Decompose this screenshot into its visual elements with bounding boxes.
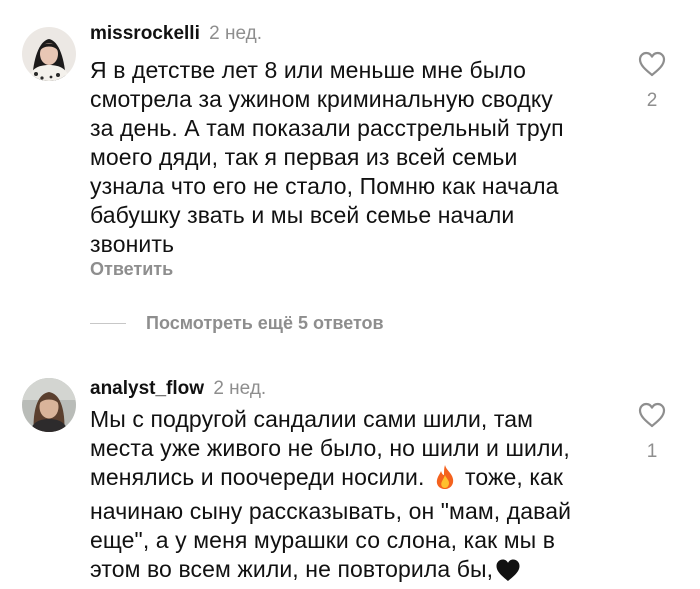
view-replies-button[interactable]: Посмотреть ещё 5 ответов [90, 311, 384, 335]
comment-line: узнала что его не стало, Помню как начал… [90, 173, 559, 199]
comment-line-with-emoji: этом во всем жили, не повторила бы, [90, 555, 630, 589]
comment-line: начинаю сыну рассказывать, он "мам, дава… [90, 498, 572, 524]
comment-line: места уже живого не было, но шили и шили… [90, 435, 570, 461]
comment-line: Мы с подругой сандалии сами шили, там [90, 406, 534, 432]
comment-line: за день. А там показали расстрельный тру… [90, 115, 564, 141]
heart-outline-icon[interactable] [638, 51, 666, 77]
timestamp: 2 нед. [209, 23, 262, 44]
fire-emoji [434, 464, 456, 497]
comment-meta: missrockelli 2 нед. [90, 22, 262, 46]
comment-line: Я в детстве лет 8 или меньше мне было [90, 57, 527, 83]
comment-line: еще", а у меня мурашки со слона, как мы … [90, 527, 556, 553]
timestamp: 2 нед. [213, 378, 267, 399]
like-count: 1 [646, 441, 658, 462]
comment-line: моего дяди, так я первая из всей семьи [90, 144, 518, 170]
black-heart-emoji [495, 558, 521, 589]
comment-line: смотрела за ужином криминальную сводку [90, 86, 553, 112]
avatar-image [22, 27, 76, 81]
comment-line-part: этом во всем жили, не повторила бы, [90, 556, 494, 582]
divider [90, 322, 126, 324]
comment-line-with-emoji: менялись и поочереди носили. тоже, как [90, 463, 630, 497]
like-count: 2 [646, 90, 658, 111]
avatar-image [22, 378, 76, 432]
comment-line-part: тоже, как [458, 464, 564, 490]
comment-text: Я в детстве лет 8 или меньше мне было см… [90, 56, 630, 259]
comment-line-part: менялись и поочереди носили. [90, 464, 425, 490]
reply-button[interactable]: Ответить [90, 259, 173, 280]
comment-text: Мы с подругой сандалии сами шили, там ме… [90, 405, 630, 589]
avatar[interactable] [22, 27, 76, 81]
username[interactable]: analyst_flow [90, 378, 204, 399]
heart-outline-icon[interactable] [638, 402, 666, 428]
comment-line: звонить [90, 231, 175, 257]
comment-meta: analyst_flow 2 нед. [90, 377, 266, 401]
comment-line: бабушку звать и мы всей семье начали [90, 202, 515, 228]
username[interactable]: missrockelli [90, 23, 200, 44]
avatar[interactable] [22, 378, 76, 432]
view-replies-label: Посмотреть ещё 5 ответов [146, 312, 384, 333]
